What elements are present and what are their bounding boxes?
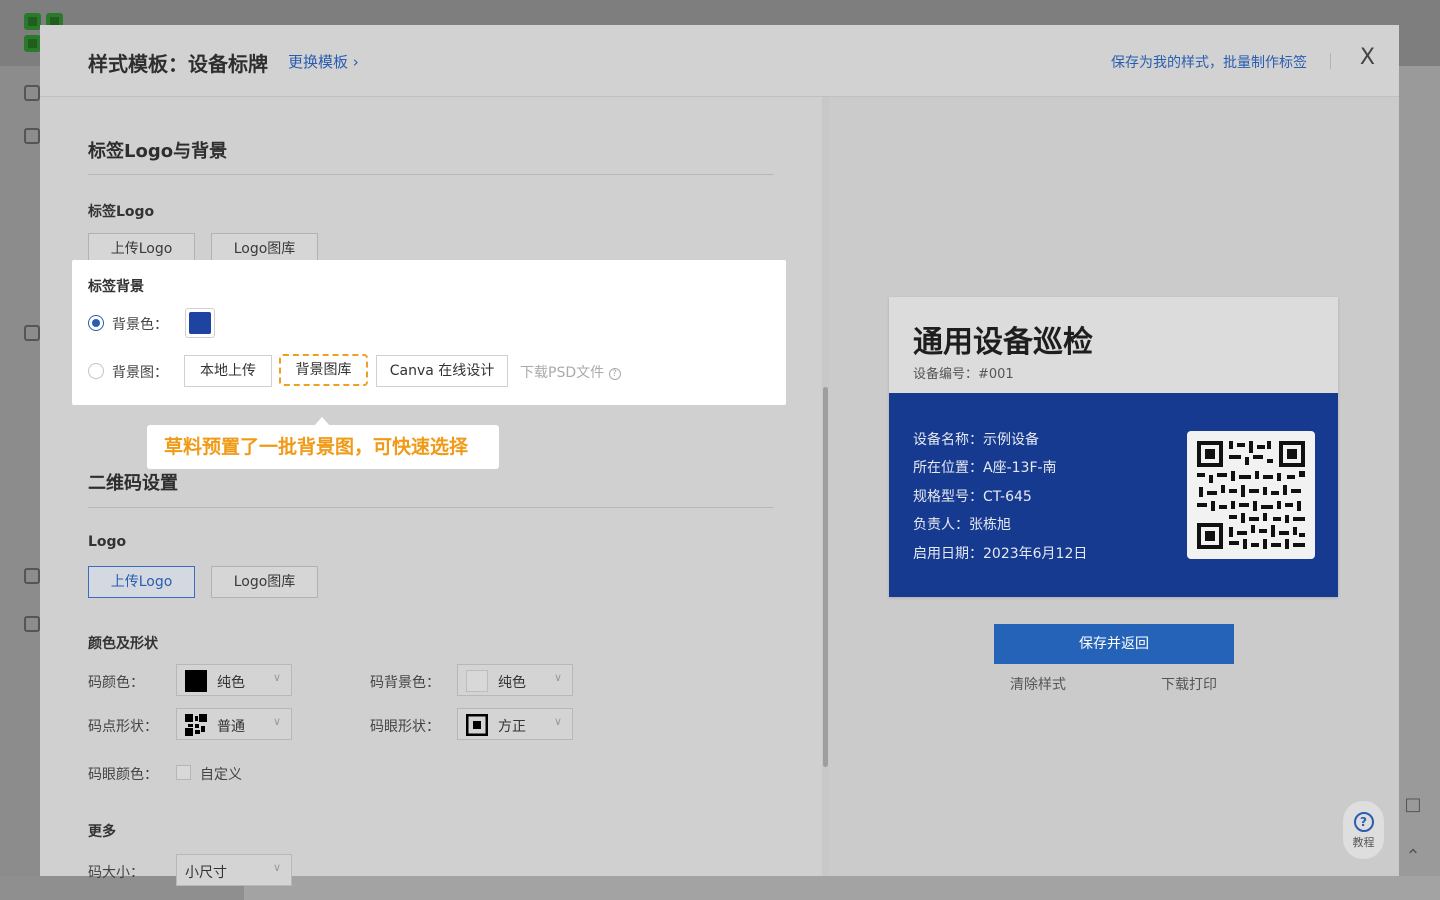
app-footer-bar (244, 876, 1440, 900)
preview-body: 设备名称：示例设备 所在位置：A座-13F-南 规格型号：CT-645 负责人：… (889, 393, 1338, 597)
save-my-style-link[interactable]: 保存为我的样式，批量制作标签 (1111, 52, 1307, 72)
color-swatch (466, 670, 488, 692)
preview-line: 启用日期：2023年6月12日 (913, 546, 1088, 562)
bg-image-label: 背景图： (112, 365, 168, 381)
select-value: 纯色 (217, 675, 245, 691)
upload-qr-logo-button[interactable]: 上传Logo (88, 566, 195, 598)
canva-design-button[interactable]: Canva 在线设计 (376, 355, 508, 387)
preview-line: 规格型号：CT-645 (913, 489, 1032, 505)
chevron-down-icon: ∨ (272, 671, 281, 684)
close-icon[interactable]: X (1360, 45, 1375, 70)
preview-device-id: 设备编号：#001 (913, 367, 1014, 382)
select-value: 普通 (217, 719, 245, 735)
scrollbar-thumb[interactable] (823, 387, 828, 767)
local-upload-button[interactable]: 本地上传 (184, 355, 272, 387)
dot-shape-select[interactable]: 普通 ∨ (176, 708, 292, 740)
section-divider (88, 507, 774, 508)
qr-logo-gallery-button[interactable]: Logo图库 (211, 566, 318, 598)
clear-style-link[interactable]: 清除样式 (1010, 674, 1066, 694)
chevron-down-icon: ∨ (553, 671, 562, 684)
save-and-return-button[interactable]: 保存并返回 (994, 624, 1234, 664)
plus-box-icon (24, 325, 40, 341)
code-bg-color-label: 码背景色： (370, 675, 440, 691)
code-color-label: 码颜色： (88, 675, 144, 691)
bg-color-swatch[interactable] (185, 308, 215, 338)
change-template-link[interactable]: 更换模板 › (288, 51, 359, 72)
modal-header: 样式模板：设备标牌 更换模板 › 保存为我的样式，批量制作标签 X (40, 25, 1399, 97)
eye-color-label: 码眼颜色： (88, 767, 158, 783)
help-icon: ? (1353, 812, 1374, 832)
label-logo-heading: 标签Logo (88, 204, 155, 220)
color-shape-heading: 颜色及形状 (88, 636, 158, 652)
chart-icon (24, 568, 40, 584)
tutorial-label: 教程 (1352, 836, 1375, 849)
qr-logo-heading: Logo (88, 534, 127, 550)
label-bg-heading: 标签背景 (88, 279, 144, 295)
bg-color-label: 背景色： (112, 317, 168, 333)
settings-panel: 标签Logo与背景 标签Logo 上传Logo Logo图库 二维码设置 Log… (40, 97, 822, 886)
header-divider (1330, 53, 1331, 69)
preview-line: 负责人：张栋旭 (913, 517, 1011, 533)
chevron-down-icon: ∨ (553, 715, 562, 728)
qr-code-icon (1187, 431, 1315, 559)
help-circle-icon: ? (608, 368, 621, 380)
code-size-select[interactable]: 小尺寸 ∨ (176, 854, 292, 886)
custom-eye-color-checkbox[interactable] (176, 765, 191, 780)
label-background-highlight: 标签背景 背景色： 背景图： 本地上传 背景图库 Canva 在线设计 下载PS… (72, 260, 786, 405)
download-psd-link[interactable]: 下载PSD文件 ? (520, 362, 621, 382)
chat-icon: □ (1404, 794, 1422, 815)
code-color-select[interactable]: 纯色 ∨ (176, 664, 292, 696)
grid-icon (24, 128, 40, 144)
more-heading: 更多 (88, 824, 116, 840)
code-size-label: 码大小： (88, 865, 144, 881)
eye-shape-label: 码眼形状： (370, 719, 440, 735)
bg-color-radio[interactable] (88, 315, 104, 331)
qr-eye-square-icon (465, 713, 489, 737)
tutorial-button[interactable]: ? 教程 (1343, 801, 1384, 859)
section-divider (88, 174, 774, 175)
back-to-top-icon: ⌃ (1405, 846, 1421, 867)
select-value: 小尺寸 (185, 865, 227, 881)
download-psd-text: 下载PSD文件 (520, 365, 605, 381)
chevron-down-icon: ∨ (272, 715, 281, 728)
cube-icon (24, 85, 40, 101)
eye-shape-select[interactable]: 方正 ∨ (457, 708, 573, 740)
preview-line: 设备名称：示例设备 (913, 432, 1039, 448)
preview-line: 所在位置：A座-13F-南 (913, 460, 1057, 476)
preview-title: 通用设备巡检 (913, 325, 1093, 360)
qr-dot-pattern-icon (185, 714, 207, 736)
guide-tooltip: 草料预置了一批背景图，可快速选择 (147, 425, 499, 469)
modal-title: 样式模板：设备标牌 (88, 52, 268, 76)
logo-bg-section-title: 标签Logo与背景 (88, 141, 228, 162)
briefcase-icon (24, 616, 40, 632)
select-value: 方正 (498, 719, 526, 735)
dot-shape-label: 码点形状： (88, 719, 158, 735)
chevron-down-icon: ∨ (272, 861, 281, 874)
custom-eye-color-text: 自定义 (200, 767, 242, 783)
code-bg-color-select[interactable]: 纯色 ∨ (457, 664, 573, 696)
label-preview-card: 通用设备巡检 设备编号：#001 设备名称：示例设备 所在位置：A座-13F-南… (889, 297, 1338, 597)
select-value: 纯色 (498, 675, 526, 691)
color-swatch (185, 670, 207, 692)
bg-image-radio[interactable] (88, 363, 104, 379)
bg-gallery-button[interactable]: 背景图库 (279, 354, 368, 386)
download-print-link[interactable]: 下载打印 (1161, 674, 1217, 694)
qr-section-title: 二维码设置 (88, 473, 178, 494)
app-sidebar-background (0, 66, 40, 900)
